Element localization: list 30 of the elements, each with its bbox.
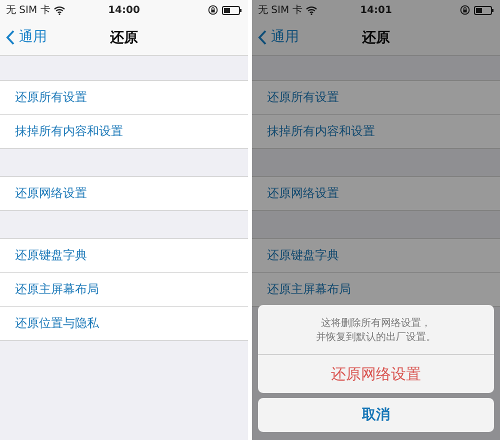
chevron-icon: [258, 30, 267, 44]
settings-row[interactable]: 还原主屏幕布局: [0, 272, 248, 306]
rotation-lock-icon: [208, 5, 218, 15]
battery-icon: [474, 6, 494, 14]
battery-icon: [222, 6, 242, 14]
wifi-icon: [54, 6, 66, 14]
wifi-icon: [306, 6, 318, 14]
settings-row[interactable]: 还原网络设置: [252, 177, 500, 210]
settings-row[interactable]: 还原所有设置: [252, 81, 500, 114]
sheet-message-line: 这将删除所有网络设置，: [320, 317, 432, 331]
settings-row[interactable]: 抹掉所有内容和设置: [0, 114, 248, 148]
sheet-message-line: 并恢复到默认的出厂设置。: [315, 331, 437, 345]
settings-row[interactable]: 还原键盘字典: [252, 239, 500, 272]
settings-row[interactable]: 还原键盘字典: [0, 239, 248, 272]
back-button[interactable]: 通用: [258, 28, 299, 46]
settings-row[interactable]: 还原所有设置: [0, 81, 248, 114]
settings-row[interactable]: 还原网络设置: [0, 177, 248, 210]
carrier-label: 无 SIM 卡: [6, 4, 50, 17]
nav-title: 还原: [362, 28, 390, 46]
rotation-lock-icon: [460, 5, 470, 15]
cancel-button[interactable]: 取消: [258, 398, 494, 432]
status-time: 14:00: [108, 4, 140, 16]
nav-title: 还原: [110, 28, 138, 46]
chevron-icon: [6, 30, 15, 44]
status-time: 14:01: [360, 4, 392, 16]
reset-network-button[interactable]: 还原网络设置: [258, 355, 494, 393]
settings-row[interactable]: 还原位置与隐私: [0, 306, 248, 340]
carrier-label: 无 SIM 卡: [258, 4, 302, 17]
back-button[interactable]: 通用: [6, 28, 47, 46]
settings-row[interactable]: 抹掉所有内容和设置: [252, 114, 500, 148]
